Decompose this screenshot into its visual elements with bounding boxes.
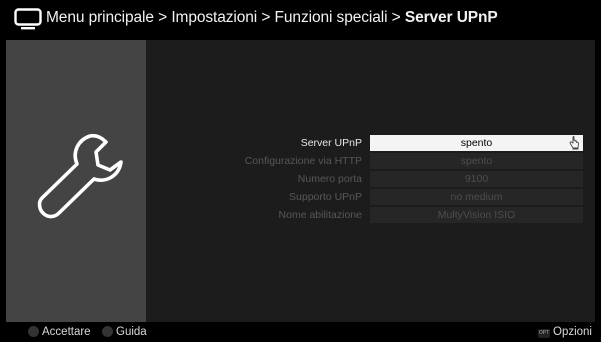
guide-label: Guida [116, 326, 147, 338]
setting-row-share-name[interactable]: Nome abilitazione MultyVision ISIO [146, 207, 595, 223]
footer-bar: Accettare Guida OPT Opzioni [0, 322, 601, 342]
settings-panel: Server UPnP spento Configurazione via HT… [146, 40, 595, 322]
setting-value-select[interactable]: spento [370, 135, 583, 151]
setting-value[interactable]: MultyVision ISIO [370, 207, 583, 223]
options-label: Opzioni [553, 326, 592, 338]
setting-label: Configurazione via HTTP [244, 155, 362, 167]
blue-button-icon [102, 326, 113, 337]
breadcrumb-separator: > [158, 9, 168, 26]
guide-button[interactable]: Guida [102, 325, 147, 339]
setting-label: Supporto UPnP [289, 191, 362, 203]
accept-label: Accettare [42, 326, 91, 338]
breadcrumb-item-main-menu: Menu principale [46, 9, 154, 26]
wrench-icon [37, 133, 123, 219]
left-panel [6, 40, 146, 322]
setting-row-upnp-support[interactable]: Supporto UPnP no medium [146, 189, 595, 205]
setting-label: Nome abilitazione [278, 209, 362, 221]
tv-icon [14, 8, 42, 30]
setting-row-upnp-server[interactable]: Server UPnP spento [146, 135, 595, 151]
opt-key-icon: OPT [538, 329, 550, 338]
setting-value[interactable]: no medium [370, 189, 583, 205]
setting-value[interactable]: 9100 [370, 171, 583, 187]
options-button[interactable]: OPT Opzioni [538, 325, 592, 339]
setting-row-http-config[interactable]: Configurazione via HTTP spento [146, 153, 595, 169]
setting-label: Numero porta [297, 173, 362, 185]
breadcrumb-separator: > [391, 9, 401, 26]
header-bar: Menu principale > Impostazioni > Funzion… [0, 0, 601, 40]
setting-value: spento [460, 137, 493, 149]
breadcrumb-item-special-functions: Funzioni speciali [274, 9, 388, 26]
hand-pointer-icon [569, 136, 579, 150]
setting-row-port-number[interactable]: Numero porta 9100 [146, 171, 595, 187]
breadcrumb: Menu principale > Impostazioni > Funzion… [46, 9, 498, 27]
green-button-icon [28, 326, 39, 337]
setting-value[interactable]: spento [370, 153, 583, 169]
accept-button[interactable]: Accettare [28, 325, 91, 339]
breadcrumb-item-current: Server UPnP [404, 9, 498, 26]
breadcrumb-item-settings: Impostazioni [171, 9, 258, 26]
breadcrumb-separator: > [261, 9, 271, 26]
setting-label: Server UPnP [300, 137, 362, 149]
